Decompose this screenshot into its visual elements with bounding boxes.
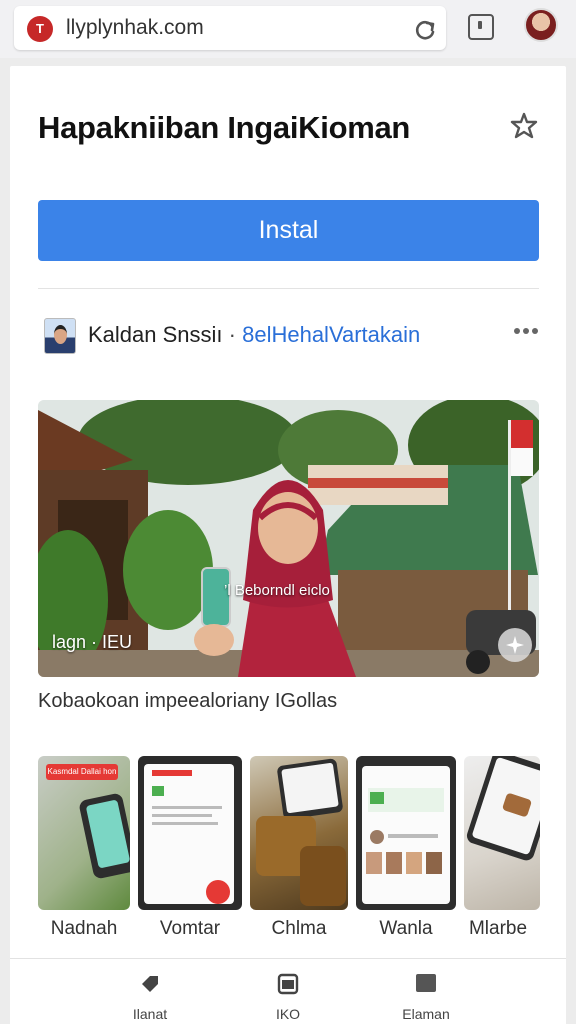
browser-toolbar: T llyplynhak.com (0, 0, 576, 58)
author-link[interactable]: 8elHehalVartakain (242, 322, 420, 347)
refresh-icon[interactable] (412, 17, 438, 43)
author-separator: · (228, 322, 236, 347)
nav-item[interactable]: Elaman (396, 973, 456, 1023)
screenshot-badge: Kasmdal Dallai hon (46, 764, 118, 780)
page-title: Hapakniiban IngaiKioman (38, 110, 411, 145)
site-favicon-icon: T (27, 16, 53, 42)
screenshot-label: Nadnah (50, 918, 118, 939)
screenshot-label: Wanla (379, 918, 433, 939)
screenshot-thumb[interactable] (464, 756, 540, 910)
screenshot-label: Chlma (271, 918, 327, 939)
screenshot-label: Vomtar (159, 918, 221, 939)
more-options-icon[interactable] (514, 328, 538, 336)
nav-item[interactable]: IKO (258, 973, 318, 1023)
author-avatar[interactable] (44, 318, 76, 354)
nav-label: Elaman (402, 1006, 450, 1020)
screenshot-strip[interactable]: Kasmdal Dallai hon Nadnah Vomtar Chlma W… (38, 756, 566, 939)
bottom-navigation: Ilanat IKO Elaman (10, 958, 566, 1024)
nav-item[interactable]: Ilanat (120, 973, 180, 1023)
sparkle-icon (506, 636, 524, 654)
screenshot-thumb[interactable] (138, 756, 242, 910)
screenshot-thumb[interactable]: Kasmdal Dallai hon (38, 756, 130, 910)
author-line: Kaldan Snssiı · 8elHehalVartakain (88, 322, 420, 348)
share-icon[interactable] (508, 110, 540, 142)
tag-icon (142, 976, 158, 992)
author-name[interactable]: Kaldan Snssiı (88, 322, 223, 347)
hero-banner-caption: ’l Beborndl eiclo (224, 582, 330, 599)
hero-location-caption: lagn · IEU (52, 632, 133, 652)
divider (38, 288, 539, 289)
nav-label: IKO (275, 1006, 301, 1020)
hero-image[interactable]: ’l Beborndl eiclo lagn · IEU (38, 400, 539, 677)
address-bar[interactable]: T llyplynhak.com (14, 6, 446, 50)
screenshot-thumb[interactable] (356, 756, 456, 910)
install-button[interactable]: Instal (38, 200, 539, 261)
tabs-icon[interactable] (468, 14, 494, 40)
hero-description: Kobaokoan impeealoriany IGollas (38, 690, 338, 712)
screenshot-thumb[interactable] (250, 756, 348, 910)
profile-avatar[interactable] (524, 8, 558, 42)
screenshot-label: Mlarbe (468, 918, 528, 939)
window-icon (277, 973, 299, 995)
hero-sparkle-button[interactable] (498, 628, 532, 662)
square-icon (416, 974, 436, 992)
url-text[interactable]: llyplynhak.com (66, 16, 204, 40)
nav-label: Ilanat (132, 1006, 168, 1020)
